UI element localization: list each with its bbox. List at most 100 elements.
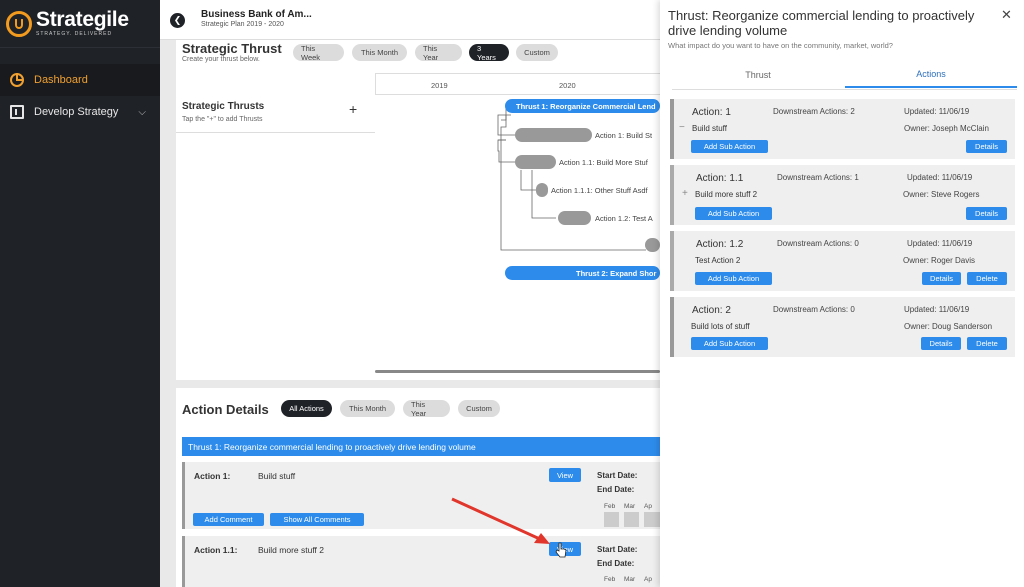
annotation-arrow	[451, 497, 550, 544]
filter-this-year[interactable]: This Year	[403, 400, 450, 418]
details-button[interactable]: Details	[921, 337, 961, 350]
chevron-down-icon: ⌵	[138, 106, 146, 118]
gantt-bar-action-1-2[interactable]	[558, 211, 591, 225]
strategic-thrust-panel: Strategic Thrust Create your thrust belo…	[176, 40, 660, 380]
tab-divider	[672, 89, 1017, 90]
action-card-name: Test Action 2	[695, 256, 741, 265]
gantt-bar-action-1[interactable]	[515, 128, 592, 142]
month-label: Ap	[644, 503, 652, 510]
logo-icon	[6, 10, 32, 37]
brand-name: Strategile	[36, 8, 129, 31]
sidebar-item-develop-strategy[interactable]: Develop Strategy ⌵	[0, 96, 160, 128]
gantt-chart: Thrust 1: Reorganize Commercial Lend Act…	[497, 99, 660, 280]
add-sub-action-button[interactable]: Add Sub Action	[691, 337, 768, 350]
action-card: Action: 1 Downstream Actions: 2 Updated:…	[670, 99, 1015, 159]
gantt-label-action-1-1: Action 1.1: Build More Stuf	[559, 158, 649, 167]
action-card-label: Action: 2	[692, 305, 731, 316]
thrust-detail-overlay: Thrust: Reorganize commercial lending to…	[660, 0, 1024, 587]
action-card-name: Build lots of stuff	[691, 322, 750, 331]
filter-custom[interactable]: Custom	[458, 400, 500, 417]
action-card-name: Build more stuff 2	[695, 190, 758, 199]
add-comment-button[interactable]: Add Comment	[193, 513, 264, 526]
end-date-label: End Date:	[597, 559, 635, 568]
action-details-title: Action Details	[182, 402, 269, 417]
add-sub-action-button[interactable]: Add Sub Action	[695, 272, 772, 285]
timeline-scrollbar[interactable]	[375, 370, 660, 373]
action-row: Action 1.1: Build more stuff 2 View Star…	[182, 536, 660, 587]
gantt-bar-action-2[interactable]	[645, 238, 660, 252]
org-name: Business Bank of Am...	[201, 9, 312, 20]
close-icon[interactable]: ✕	[1001, 7, 1012, 23]
gantt-bar-action-1-1[interactable]	[515, 155, 556, 169]
thrust-header-bar[interactable]: Thrust 1: Reorganize commercial lending …	[182, 437, 660, 456]
action-card-name: Build stuff	[692, 124, 727, 133]
action-card: Action: 1.2 Downstream Actions: 0 Update…	[670, 231, 1015, 291]
calendar-cell	[624, 512, 639, 527]
action-card: Action: 2 Downstream Actions: 0 Updated:…	[670, 297, 1015, 357]
sidebar-item-dashboard[interactable]: Dashboard	[0, 64, 160, 96]
show-all-comments-button[interactable]: Show All Comments	[270, 513, 364, 526]
tab-actions[interactable]: Actions	[845, 62, 1017, 88]
plan-name: Strategic Plan 2019 - 2020	[201, 21, 284, 28]
updated-date: Updated: 11/06/19	[904, 107, 970, 116]
downstream-count: Downstream Actions: 2	[773, 107, 855, 116]
details-button[interactable]: Details	[966, 207, 1007, 220]
view-button[interactable]: View	[549, 468, 581, 482]
gantt-label-action-1: Action 1: Build St	[595, 131, 653, 140]
top-header: ❮ Business Bank of Am... Strategic Plan …	[160, 0, 660, 40]
chevron-left-icon: ❮	[173, 15, 182, 25]
month-label: Feb	[604, 503, 616, 510]
overlay-title: Thrust: Reorganize commercial lending to…	[668, 8, 975, 38]
month-label: Ap	[644, 576, 652, 583]
updated-date: Updated: 11/06/19	[904, 305, 970, 314]
pie-chart-icon	[10, 73, 24, 87]
details-button[interactable]: Details	[966, 140, 1007, 153]
delete-button[interactable]: Delete	[967, 272, 1007, 285]
action-card-owner: Owner: Joseph McClain	[904, 124, 989, 133]
action-card-owner: Owner: Roger Davis	[903, 256, 976, 265]
downstream-count: Downstream Actions: 0	[773, 305, 855, 314]
action-label: Action 1.1:	[194, 545, 238, 555]
downstream-count: Downstream Actions: 1	[777, 173, 859, 182]
sidebar: Strategile STRATEGY. DELIVERED Dashboard…	[0, 0, 160, 587]
downstream-count: Downstream Actions: 0	[777, 239, 859, 248]
action-card: Action: 1.1 Downstream Actions: 1 Update…	[670, 165, 1015, 225]
gantt-bar-action-1-1-1[interactable]	[536, 183, 548, 197]
filter-all-actions[interactable]: All Actions	[281, 400, 332, 417]
filter-this-month[interactable]: This Month	[340, 400, 395, 417]
action-card-owner: Owner: Steve Rogers	[903, 190, 980, 199]
updated-date: Updated: 11/06/19	[907, 239, 973, 248]
action-name: Build more stuff 2	[258, 545, 324, 555]
action-name: Build stuff	[258, 471, 296, 481]
sidebar-item-label: Develop Strategy	[34, 106, 119, 118]
gantt-label-thrust-2: Thrust 2: Expand Shor	[576, 269, 657, 278]
details-button[interactable]: Details	[922, 272, 961, 285]
gantt-label-action-1-1-1: Action 1.1.1: Other Stuff Asdf	[551, 186, 649, 195]
add-sub-action-button[interactable]: Add Sub Action	[695, 207, 772, 220]
action-row: Action 1: Build stuff View Start Date: E…	[182, 462, 660, 529]
brand-tagline: STRATEGY. DELIVERED	[36, 31, 113, 37]
hand-cursor-icon	[555, 542, 567, 558]
delete-button[interactable]: Delete	[967, 337, 1007, 350]
start-date-label: Start Date:	[597, 471, 638, 480]
calendar-cell	[644, 512, 660, 527]
gantt-label-thrust-1: Thrust 1: Reorganize Commercial Lend	[516, 102, 656, 111]
brand-logo[interactable]: Strategile STRATEGY. DELIVERED	[0, 0, 160, 48]
updated-date: Updated: 11/06/19	[907, 173, 973, 182]
collapse-toggle[interactable]: −	[679, 122, 685, 133]
action-details-panel: Action Details All Actions This Month Th…	[176, 388, 660, 587]
back-button[interactable]: ❮	[170, 13, 185, 28]
tab-thrust[interactable]: Thrust	[672, 62, 844, 88]
start-date-label: Start Date:	[597, 545, 638, 554]
board-icon	[10, 105, 24, 119]
gantt-label-action-1-2: Action 1.2: Test A	[595, 214, 653, 223]
month-label: Mar	[624, 503, 636, 510]
add-sub-action-button[interactable]: Add Sub Action	[691, 140, 768, 153]
calendar-cell	[604, 512, 619, 527]
end-date-label: End Date:	[597, 485, 635, 494]
action-card-label: Action: 1.1	[696, 173, 744, 184]
action-label: Action 1:	[194, 471, 231, 481]
action-card-label: Action: 1.2	[696, 239, 744, 250]
action-card-label: Action: 1	[692, 107, 731, 118]
expand-toggle[interactable]: +	[682, 188, 688, 199]
